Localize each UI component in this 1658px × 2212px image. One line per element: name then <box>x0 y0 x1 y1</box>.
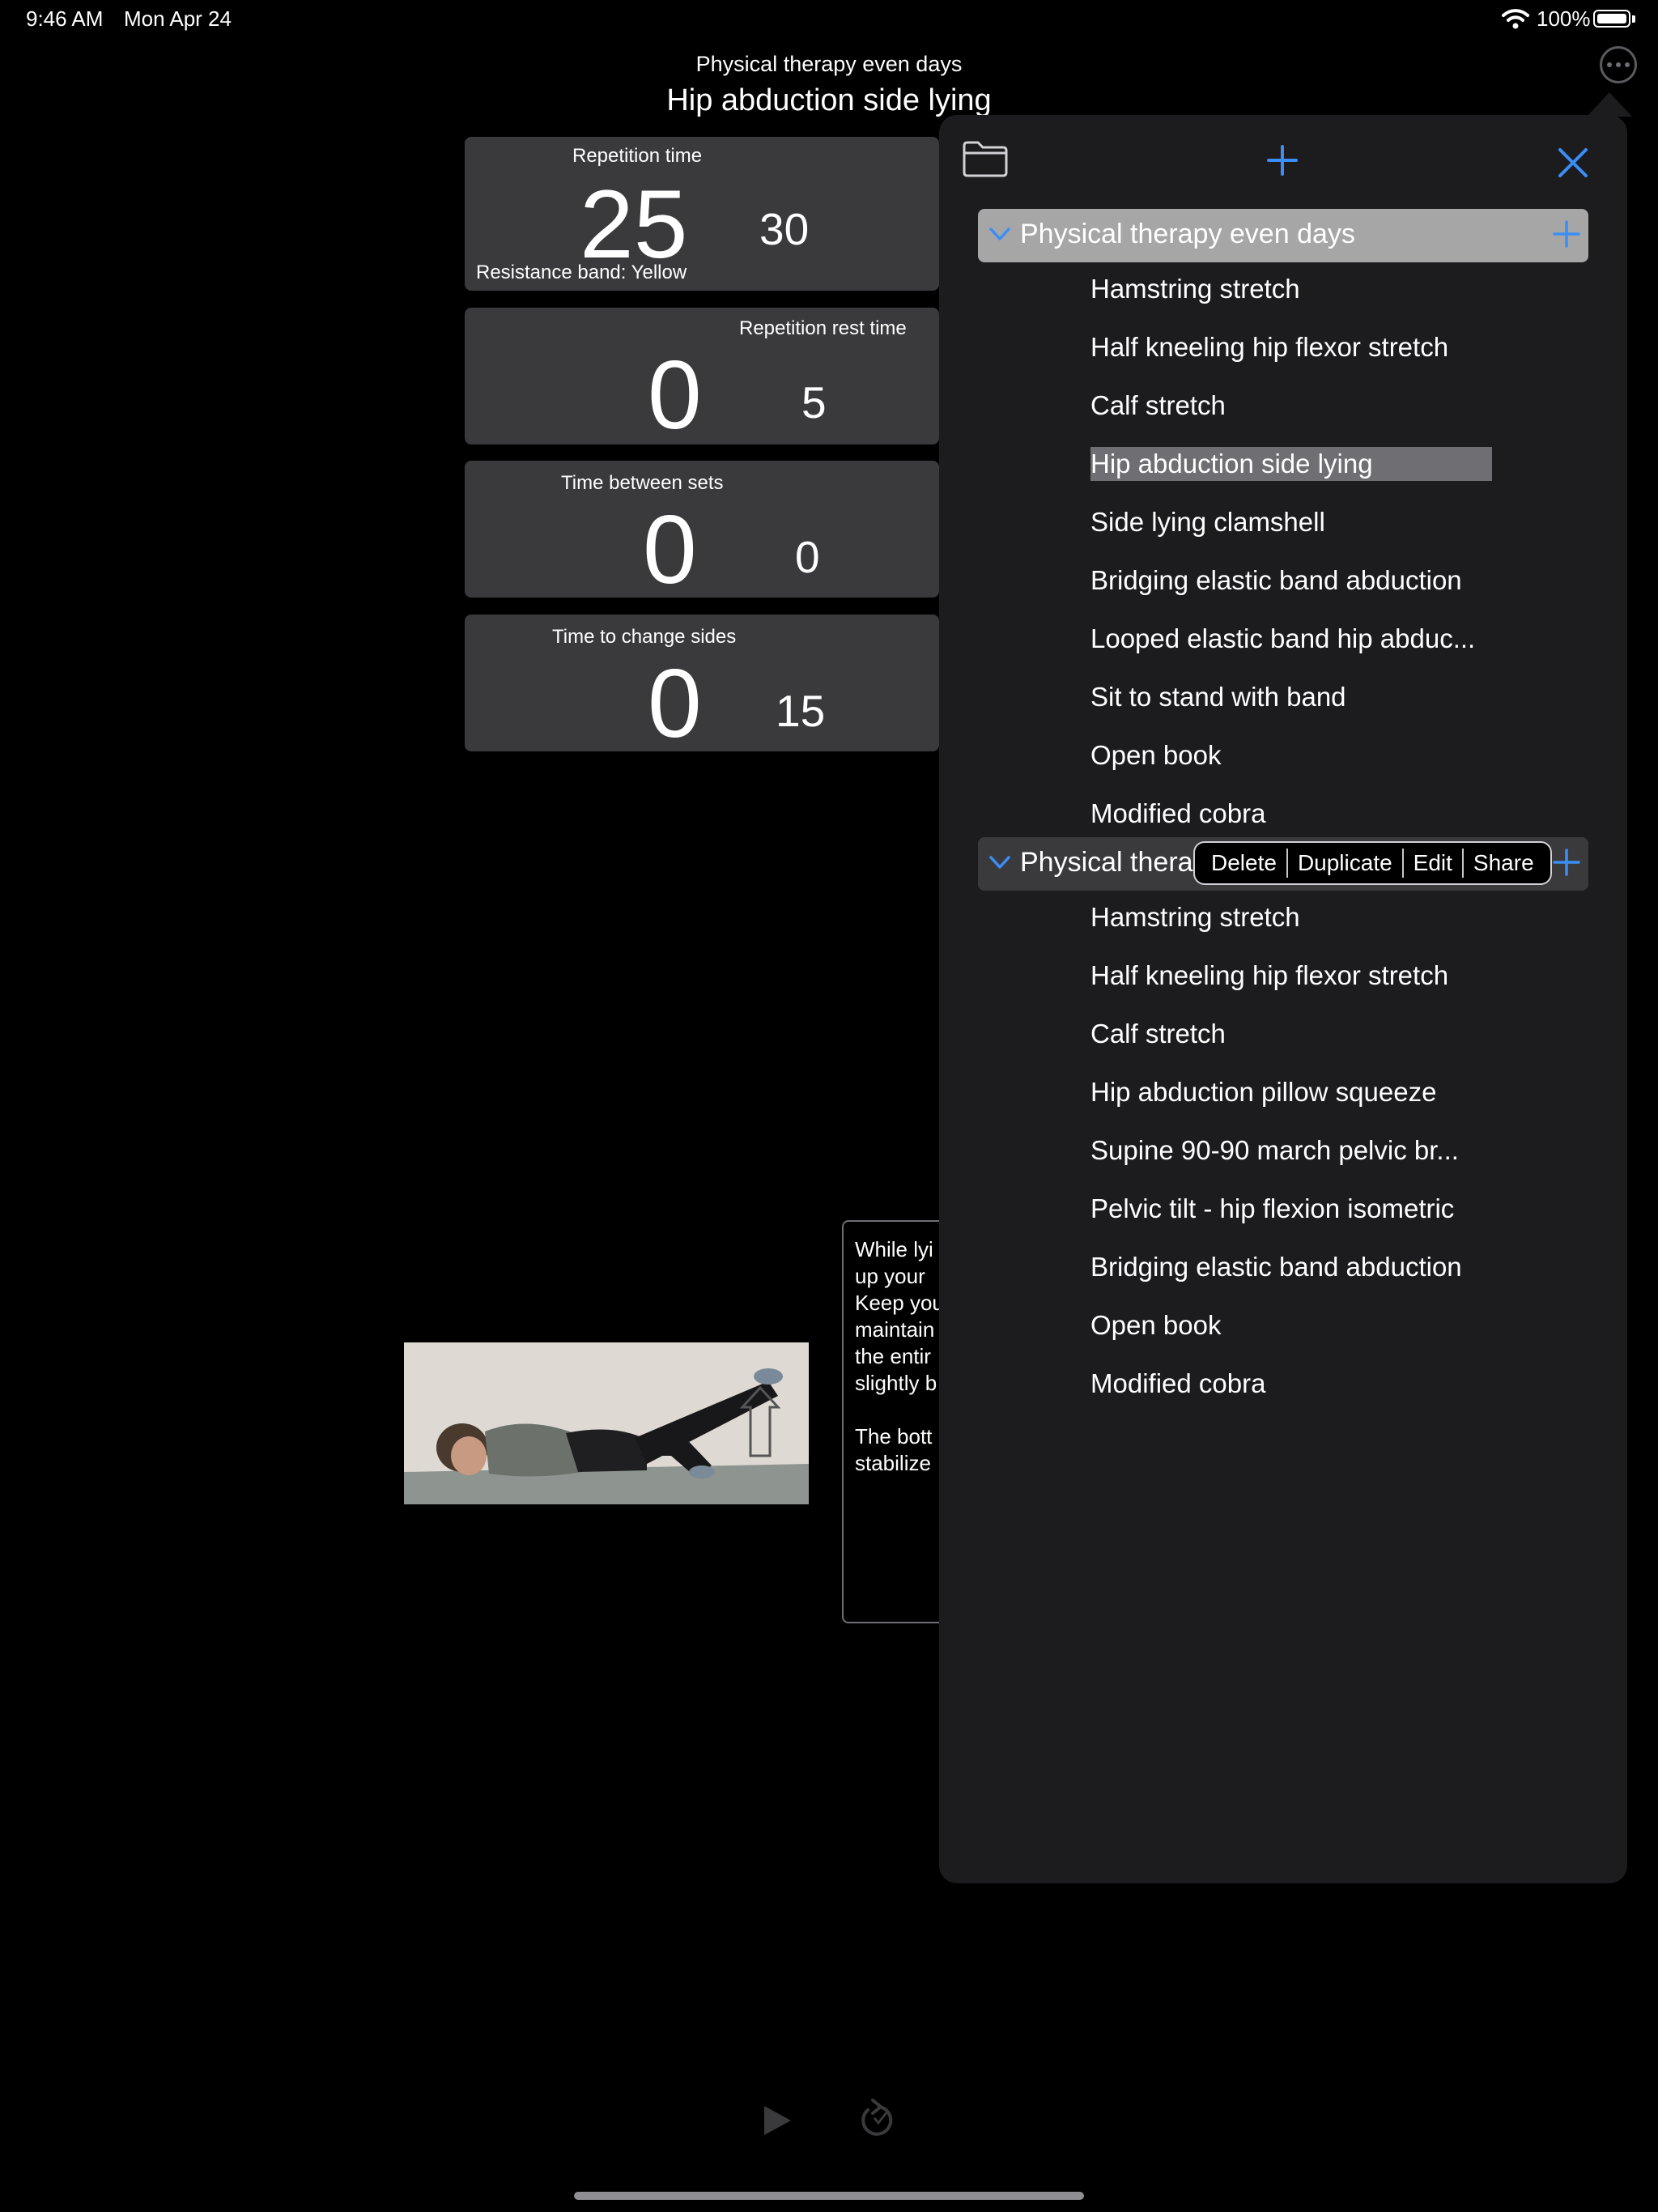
close-icon[interactable] <box>1558 147 1588 178</box>
repetition-rest-card[interactable]: Repetition rest time 0 5 <box>465 308 939 445</box>
popover-arrow <box>1587 92 1632 117</box>
list-item[interactable]: Hip abduction pillow squeeze <box>1090 1077 1436 1108</box>
status-time: 9:46 AM <box>26 6 104 31</box>
add-icon[interactable] <box>1266 144 1299 177</box>
add-icon[interactable] <box>1553 849 1580 876</box>
delete-button[interactable]: Delete <box>1201 850 1286 876</box>
routine-list-panel <box>939 115 1627 1883</box>
routine-group-header[interactable]: Physical therapy even days <box>978 209 1588 262</box>
exercise-photo <box>404 1342 809 1504</box>
time-to-change-sides-label: Time to change sides <box>552 626 737 648</box>
time-between-sets-total: 0 <box>795 532 820 582</box>
repetition-time-card[interactable]: Repetition time 25 30 Resistance band: Y… <box>465 137 939 291</box>
edit-button[interactable]: Edit <box>1404 850 1462 876</box>
time-between-sets-card[interactable]: Time between sets 0 0 <box>465 461 939 598</box>
more-icon[interactable] <box>1600 46 1637 83</box>
list-item[interactable]: Modified cobra <box>1090 1368 1265 1399</box>
folder-icon[interactable] <box>962 139 1009 178</box>
list-item[interactable]: Supine 90-90 march pelvic br... <box>1090 1135 1459 1166</box>
list-item[interactable]: Sit to stand with band <box>1090 682 1346 713</box>
list-item[interactable]: Calf stretch <box>1090 390 1226 421</box>
list-item[interactable]: Bridging elastic band abduction <box>1090 1252 1462 1283</box>
exercise-title: Hip abduction side lying <box>666 83 992 117</box>
list-item[interactable]: Looped elastic band hip abduc... <box>1090 623 1475 654</box>
chevron-down-icon[interactable] <box>988 222 1012 246</box>
routine-group-title: Physical therapy even days <box>1020 219 1355 249</box>
add-icon[interactable] <box>1553 220 1580 248</box>
repetition-time-total: 30 <box>759 204 810 254</box>
chevron-down-icon[interactable] <box>988 850 1012 874</box>
list-item[interactable]: Side lying clamshell <box>1090 507 1325 538</box>
list-item[interactable]: Hamstring stretch <box>1090 274 1300 304</box>
list-item[interactable]: Hamstring stretch <box>1090 902 1300 933</box>
battery-nub <box>1632 15 1635 23</box>
context-menu: Delete Duplicate Edit Share <box>1193 841 1552 885</box>
routine-group-title: Physical thera <box>1020 847 1193 878</box>
battery-percent: 100% <box>1537 6 1591 31</box>
duplicate-button[interactable]: Duplicate <box>1288 850 1402 876</box>
share-button[interactable]: Share <box>1464 850 1544 876</box>
reset-icon[interactable] <box>857 2099 895 2139</box>
play-icon[interactable] <box>761 2104 793 2138</box>
repetition-time-value: 25 <box>580 170 688 279</box>
list-item[interactable]: Pelvic tilt - hip flexion isometric <box>1090 1193 1454 1224</box>
repetition-rest-total: 5 <box>801 377 827 428</box>
battery-fill <box>1597 14 1626 23</box>
time-between-sets-label: Time between sets <box>561 472 724 494</box>
list-item-selected[interactable]: Hip abduction side lying <box>1090 447 1492 481</box>
repetition-rest-value: 0 <box>648 341 702 445</box>
time-to-change-sides-card[interactable]: Time to change sides 0 15 <box>465 615 939 751</box>
battery-icon <box>1593 10 1630 28</box>
home-indicator <box>574 2192 1084 2200</box>
list-item[interactable]: Open book <box>1090 740 1221 771</box>
list-item[interactable]: Half kneeling hip flexor stretch <box>1090 960 1448 991</box>
list-item[interactable]: Half kneeling hip flexor stretch <box>1090 332 1448 363</box>
time-to-change-sides-total: 15 <box>776 686 826 736</box>
list-item[interactable]: Modified cobra <box>1090 798 1265 829</box>
list-item[interactable]: Open book <box>1090 1310 1221 1341</box>
status-date: Mon Apr 24 <box>124 6 232 31</box>
routine-title: Physical therapy even days <box>695 52 963 76</box>
repetition-time-label: Repetition time <box>572 145 703 167</box>
time-to-change-sides-value: 0 <box>648 649 702 751</box>
resistance-band-note: Resistance band: Yellow <box>476 262 687 283</box>
wifi-icon <box>1502 9 1529 29</box>
time-between-sets-value: 0 <box>643 496 697 598</box>
app-screen: 9:46 AM Mon Apr 24 100% Physical therapy… <box>0 0 1658 2212</box>
list-item[interactable]: Calf stretch <box>1090 1019 1226 1049</box>
repetition-rest-label: Repetition rest time <box>739 317 907 339</box>
list-item[interactable]: Bridging elastic band abduction <box>1090 565 1462 596</box>
